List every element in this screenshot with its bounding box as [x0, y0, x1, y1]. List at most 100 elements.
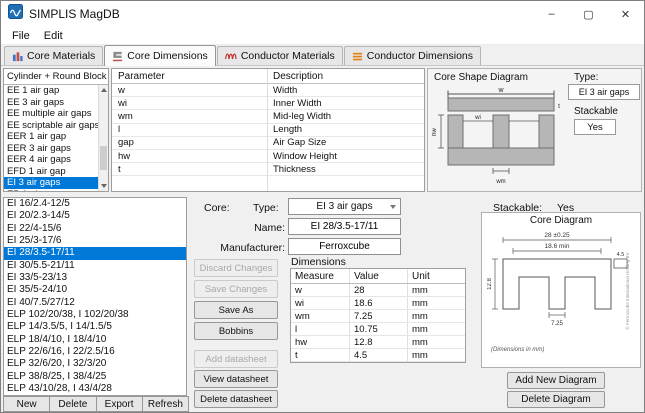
chevron-down-icon — [390, 205, 396, 209]
parameter-name: hw — [112, 151, 267, 162]
shape-family-header[interactable]: Cylinder + Round Block — [4, 69, 108, 85]
dimensions-title: Dimensions — [291, 256, 346, 268]
menu-file[interactable]: File — [5, 28, 37, 44]
tab-label: Conductor Materials — [241, 50, 335, 62]
bobbins-button[interactable]: Bobbins — [194, 322, 278, 340]
dimension-row[interactable]: w 28 mm — [291, 284, 465, 297]
svg-text:28 ±0.25: 28 ±0.25 — [544, 232, 570, 239]
dimension-row[interactable]: wi 18.6 mm — [291, 297, 465, 310]
dimension-measure: hw — [291, 337, 349, 348]
core-list-buttons: New Delete Export Refresh — [3, 396, 188, 412]
svg-text:t: t — [558, 103, 560, 110]
parameter-row[interactable]: hw Window Height — [112, 150, 424, 163]
dimension-row[interactable]: t 4.5 mm — [291, 349, 465, 362]
dimension-value[interactable]: 18.6 — [349, 297, 407, 309]
core-list-item[interactable]: EI 28/3.5-17/11 — [4, 247, 186, 259]
dimension-row[interactable]: hw 12.8 mm — [291, 336, 465, 349]
add-new-diagram-button[interactable]: Add New Diagram — [507, 372, 605, 389]
shape-type-item[interactable]: EER 4 air gaps — [4, 154, 98, 166]
dimension-unit: mm — [407, 310, 465, 322]
core-list-item[interactable]: ELP 14/3.5/5, I 14/1.5/5 — [4, 321, 186, 333]
scroll-down-icon[interactable] — [101, 184, 107, 188]
core-list-item[interactable]: ELP 102/20/38, I 102/20/38 — [4, 309, 186, 321]
core-list-item[interactable]: EI 22/4-15/6 — [4, 223, 186, 235]
parameter-row[interactable]: l Length — [112, 124, 424, 137]
tab-conductor-materials[interactable]: Conductor Materials — [217, 46, 343, 65]
delete-diagram-button[interactable]: Delete Diagram — [507, 391, 605, 408]
measure-column-header: Measure — [291, 271, 349, 282]
view-datasheet-button[interactable]: View datasheet — [194, 370, 278, 388]
shape-type-item[interactable]: EI 3 air gaps — [4, 177, 98, 189]
shape-type-item[interactable]: EP 1 air gap — [4, 189, 98, 192]
core-materials-icon — [12, 51, 23, 62]
shape-list-scrollbar[interactable] — [98, 85, 108, 191]
core-list-item[interactable]: ELP 22/6/16, I 22/2.5/16 — [4, 346, 186, 358]
svg-text:4.5: 4.5 — [617, 252, 625, 258]
core-list-item[interactable]: EI 40/7.5/27/12 — [4, 297, 186, 309]
discard-changes-button: Discard Changes — [194, 259, 278, 277]
core-list-item[interactable]: ELP 18/4/10, I 18/4/10 — [4, 334, 186, 346]
core-list-item[interactable]: ELP 43/10/28, I 43/4/28 — [4, 383, 186, 395]
dimension-unit: mm — [407, 349, 465, 361]
tab-core-dimensions[interactable]: Core Dimensions — [104, 45, 216, 66]
minimize-button[interactable]: – — [533, 1, 570, 27]
core-shape-drawing: w t wi hw wm — [432, 84, 564, 190]
scroll-up-icon[interactable] — [101, 88, 107, 92]
shape-type-item[interactable]: EER 3 air gaps — [4, 143, 98, 155]
parameter-description: Mid-leg Width — [267, 111, 331, 122]
core-list-item[interactable]: EI 25/3-17/6 — [4, 235, 186, 247]
shape-type-item[interactable]: EFD 1 air gap — [4, 166, 98, 178]
parameter-name: l — [112, 124, 267, 135]
parameter-row[interactable]: gap Air Gap Size — [112, 137, 424, 150]
tab-label: Conductor Dimensions — [367, 50, 473, 62]
menu-edit[interactable]: Edit — [37, 28, 70, 44]
core-type-combobox[interactable]: EI 3 air gaps — [288, 198, 401, 215]
core-list-item[interactable]: EI 20/2.3-14/5 — [4, 210, 186, 222]
dimension-row[interactable]: wm 7.25 mm — [291, 310, 465, 323]
stackable-value-box: Yes — [574, 119, 616, 135]
dimension-value[interactable]: 10.75 — [349, 323, 407, 335]
dimension-value[interactable]: 4.5 — [349, 349, 407, 361]
core-list-item[interactable]: ELP 38/8/25, I 38/4/25 — [4, 371, 186, 383]
export-button[interactable]: Export — [96, 396, 143, 412]
dimension-row[interactable]: l 10.75 mm — [291, 323, 465, 336]
parameter-rows: w Width wi Inner Width wm Mid-leg Width — [112, 84, 424, 176]
parameter-row[interactable]: t Thickness — [112, 163, 424, 176]
shape-type-panel: Cylinder + Round Block EE 1 air gapEE 3 … — [3, 68, 109, 192]
core-list-item[interactable]: EI 16/2.4-12/5 — [4, 198, 186, 210]
dimension-unit: mm — [407, 323, 465, 335]
dimension-value[interactable]: 28 — [349, 284, 407, 296]
parameter-row[interactable]: w Width — [112, 84, 424, 97]
delete-button[interactable]: Delete — [49, 396, 96, 412]
new-button[interactable]: New — [3, 396, 50, 412]
close-button[interactable]: ✕ — [607, 1, 644, 27]
core-list-item[interactable]: ELP 32/6/20, I 32/3/20 — [4, 358, 186, 370]
shape-type-item[interactable]: EE scriptable air gaps — [4, 120, 98, 132]
shape-type-list[interactable]: EE 1 air gapEE 3 air gapsEE multiple air… — [4, 85, 98, 191]
core-dimensions-icon — [112, 51, 123, 62]
scrollbar-thumb[interactable] — [100, 146, 107, 170]
core-list[interactable]: EI 16/2.4-12/5EI 20/2.3-14/5EI 22/4-15/6… — [3, 197, 187, 396]
maximize-button[interactable]: ▢ — [570, 1, 607, 27]
delete-datasheet-button[interactable]: Delete datasheet — [194, 390, 278, 408]
shape-type-item[interactable]: EE multiple air gaps — [4, 108, 98, 120]
dimension-value[interactable]: 12.8 — [349, 336, 407, 348]
shape-type-item[interactable]: EE 3 air gaps — [4, 97, 98, 109]
main-content: Cylinder + Round Block EE 1 air gapEE 3 … — [1, 66, 644, 412]
dimension-value[interactable]: 7.25 — [349, 310, 407, 322]
core-list-item[interactable]: EI 35/5-24/10 — [4, 284, 186, 296]
parameter-row[interactable]: wi Inner Width — [112, 97, 424, 110]
shape-type-item[interactable]: EE 1 air gap — [4, 85, 98, 97]
parameter-table: Parameter Description w Width wi Inner W… — [111, 68, 425, 192]
manufacturer-input[interactable] — [288, 238, 401, 255]
tab-conductor-dimensions[interactable]: Conductor Dimensions — [344, 46, 481, 65]
core-list-item[interactable]: EI 33/5-23/13 — [4, 272, 186, 284]
core-name-input[interactable] — [288, 218, 401, 235]
core-list-item[interactable]: EI 30/5.5-21/11 — [4, 260, 186, 272]
tab-core-materials[interactable]: Core Materials — [4, 46, 103, 65]
save-as-button[interactable]: Save As — [194, 301, 278, 319]
refresh-button[interactable]: Refresh — [142, 396, 189, 412]
shape-type-item[interactable]: EER 1 air gap — [4, 131, 98, 143]
svg-text:wi: wi — [474, 115, 481, 121]
parameter-row[interactable]: wm Mid-leg Width — [112, 110, 424, 123]
